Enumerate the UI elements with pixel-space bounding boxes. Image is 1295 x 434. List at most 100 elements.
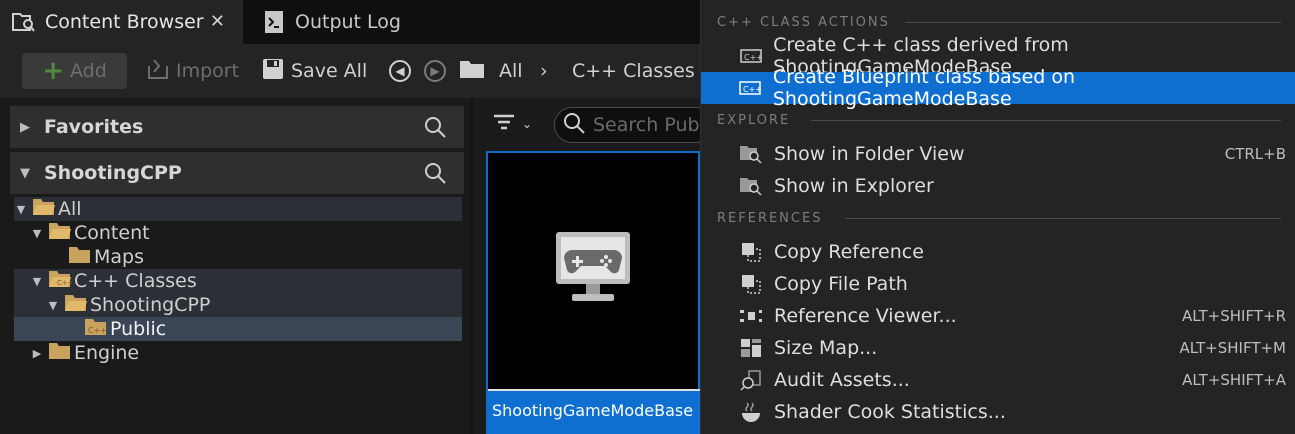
favorites-label: Favorites	[44, 116, 144, 138]
menu-section-references: REFERENCES	[717, 208, 1281, 228]
save-icon	[262, 58, 284, 85]
menu-item-label: Copy Reference	[774, 241, 924, 263]
menu-item-label: Show in Folder View	[774, 143, 965, 165]
import-label: Import	[176, 60, 240, 82]
filter-button[interactable]: ⌄	[492, 112, 532, 136]
audit-icon	[738, 367, 764, 393]
asset-search-input[interactable]: Search Public	[554, 107, 714, 143]
folder-open-icon	[48, 222, 72, 245]
menu-item-label: Shader Cook Statistics...	[774, 401, 1006, 423]
search-icon	[563, 112, 585, 139]
menu-item-copy-reference[interactable]: Copy Reference	[701, 236, 1295, 268]
menu-item-audit-assets[interactable]: Audit Assets... ALT+SHIFT+A	[701, 364, 1295, 396]
folder-icon	[459, 59, 485, 84]
chevron-down-icon: ▼	[20, 165, 30, 181]
menu-section-cpp-class-actions: C++ CLASS ACTIONS	[717, 12, 1281, 32]
svg-text:C++: C++	[744, 53, 762, 62]
output-log-icon	[261, 9, 287, 35]
tab-content-browser[interactable]: Content Browser ✕	[0, 0, 243, 44]
size-map-icon	[738, 335, 764, 361]
section-title: EXPLORE	[717, 112, 791, 128]
tab-output-log[interactable]: Output Log	[250, 0, 430, 44]
menu-item-show-in-folder-view[interactable]: Show in Folder View CTRL+B	[701, 138, 1295, 170]
tree-item-cpp-classes[interactable]: ▼ C++ C++ Classes	[14, 269, 462, 293]
shader-icon	[738, 399, 764, 425]
section-title: C++ CLASS ACTIONS	[717, 14, 890, 30]
asset-thumbnail	[488, 153, 698, 391]
tree-item-shootingcpp[interactable]: ▼ ShootingCPP	[14, 293, 462, 317]
breadcrumb-separator: ›	[540, 60, 548, 82]
tree-item-all[interactable]: ▼ All	[14, 197, 462, 221]
svg-text:C++: C++	[743, 85, 761, 94]
plus-icon: +	[42, 56, 64, 86]
tree-label: C++ Classes	[74, 270, 197, 292]
back-icon[interactable]: ◀	[389, 60, 411, 82]
tab-bar: Content Browser ✕ Output Log	[0, 0, 700, 44]
breadcrumb-root[interactable]: All	[459, 53, 523, 89]
asset-view: ⌄ Search Public ShootingGameModeBase	[474, 98, 714, 434]
chevron-down-icon: ⌄	[522, 117, 533, 131]
menu-item-show-in-explorer[interactable]: Show in Explorer	[701, 170, 1295, 202]
search-icon[interactable]	[424, 116, 446, 143]
menu-item-reference-viewer[interactable]: Reference Viewer... ALT+SHIFT+R	[701, 300, 1295, 332]
tree-label: ShootingCPP	[90, 294, 211, 316]
menu-item-create-blueprint-class[interactable]: C++ Create Blueprint class based on Shoo…	[701, 66, 1295, 110]
import-button[interactable]: Import	[146, 53, 239, 89]
menu-item-label: Reference Viewer...	[774, 305, 957, 327]
cpp-folder-open-icon	[64, 294, 88, 317]
import-icon	[146, 58, 170, 85]
save-all-button[interactable]: Save All	[262, 53, 367, 89]
asset-tile[interactable]: ShootingGameModeBase	[486, 151, 702, 434]
menu-item-label: Create Blueprint class based on Shooting…	[772, 66, 1076, 110]
menu-item-label: Copy File Path	[774, 273, 908, 295]
shortcut: ALT+SHIFT+A	[1182, 371, 1286, 389]
chevron-down-icon: ▼	[48, 298, 58, 312]
add-button[interactable]: + Add	[22, 53, 127, 89]
tab-label: Content Browser	[45, 11, 204, 33]
menu-item-label: Show in Explorer	[774, 175, 934, 197]
menu-section-explore: EXPLORE	[717, 110, 1281, 130]
save-all-label: Save All	[291, 60, 368, 82]
tree-label: Public	[110, 318, 167, 340]
svg-text:C++: C++	[88, 326, 107, 335]
menu-item-copy-file-path[interactable]: Copy File Path	[701, 268, 1295, 300]
tree-item-engine[interactable]: ▶ Engine	[14, 341, 462, 365]
tree-item-content[interactable]: ▼ Content	[14, 221, 462, 245]
chevron-right-icon: ▶	[32, 346, 42, 360]
copy-icon	[738, 239, 764, 265]
tree-label: Engine	[74, 342, 140, 364]
divider	[905, 22, 1281, 23]
forward-icon[interactable]: ▶	[424, 60, 446, 82]
shortcut: ALT+SHIFT+M	[1179, 339, 1286, 357]
folder-open-icon	[32, 198, 56, 221]
divider	[845, 218, 1281, 219]
project-header[interactable]: ▼ ShootingCPP	[10, 152, 464, 194]
folder-search-icon	[738, 173, 764, 199]
folder-search-icon	[738, 141, 764, 167]
menu-item-size-map[interactable]: Size Map... ALT+SHIFT+M	[701, 332, 1295, 364]
cpp-class-icon: C++	[738, 43, 763, 69]
asset-name: ShootingGameModeBase	[488, 391, 702, 434]
section-title: REFERENCES	[717, 210, 823, 226]
tree-label: Maps	[94, 246, 144, 268]
reference-viewer-icon	[738, 303, 764, 329]
tree-item-maps[interactable]: Maps	[14, 245, 462, 269]
search-icon[interactable]	[424, 162, 446, 189]
cpp-folder-icon: C++	[84, 318, 108, 341]
shortcut: CTRL+B	[1224, 145, 1286, 163]
cpp-class-icon: C++	[738, 75, 763, 101]
menu-item-label: Audit Assets...	[774, 369, 910, 391]
shortcut: ALT+SHIFT+R	[1181, 307, 1286, 325]
content-browser-icon	[11, 9, 37, 35]
tree-label: All	[58, 198, 82, 220]
menu-item-label: Size Map...	[774, 337, 878, 359]
menu-item-shader-cook-statistics[interactable]: Shader Cook Statistics...	[701, 396, 1295, 428]
breadcrumb-item[interactable]: C++ Classes	[572, 53, 695, 89]
toolbar: + Add Import Save All ◀ ▶ All › C++ Clas…	[0, 44, 700, 98]
chevron-down-icon: ▼	[32, 274, 42, 288]
close-icon[interactable]: ✕	[210, 11, 225, 32]
chevron-down-icon: ▼	[16, 202, 26, 216]
tree-item-public[interactable]: C++ Public	[14, 317, 462, 341]
favorites-header[interactable]: ▶ Favorites	[10, 106, 464, 148]
filter-icon	[492, 112, 516, 136]
